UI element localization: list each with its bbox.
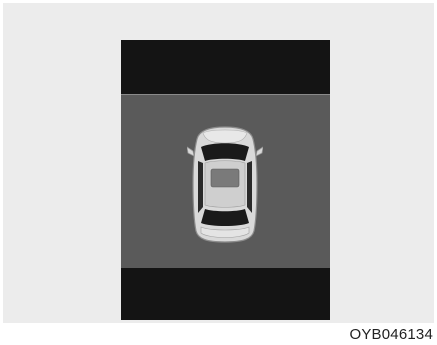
rear-zone	[121, 268, 330, 320]
front-zone	[121, 40, 330, 94]
zone-divider-top	[121, 94, 330, 95]
figure-frame	[3, 3, 434, 323]
car-top-view-icon	[187, 126, 263, 243]
figure-code: OYB046134	[349, 326, 433, 343]
display-screen	[121, 40, 330, 320]
